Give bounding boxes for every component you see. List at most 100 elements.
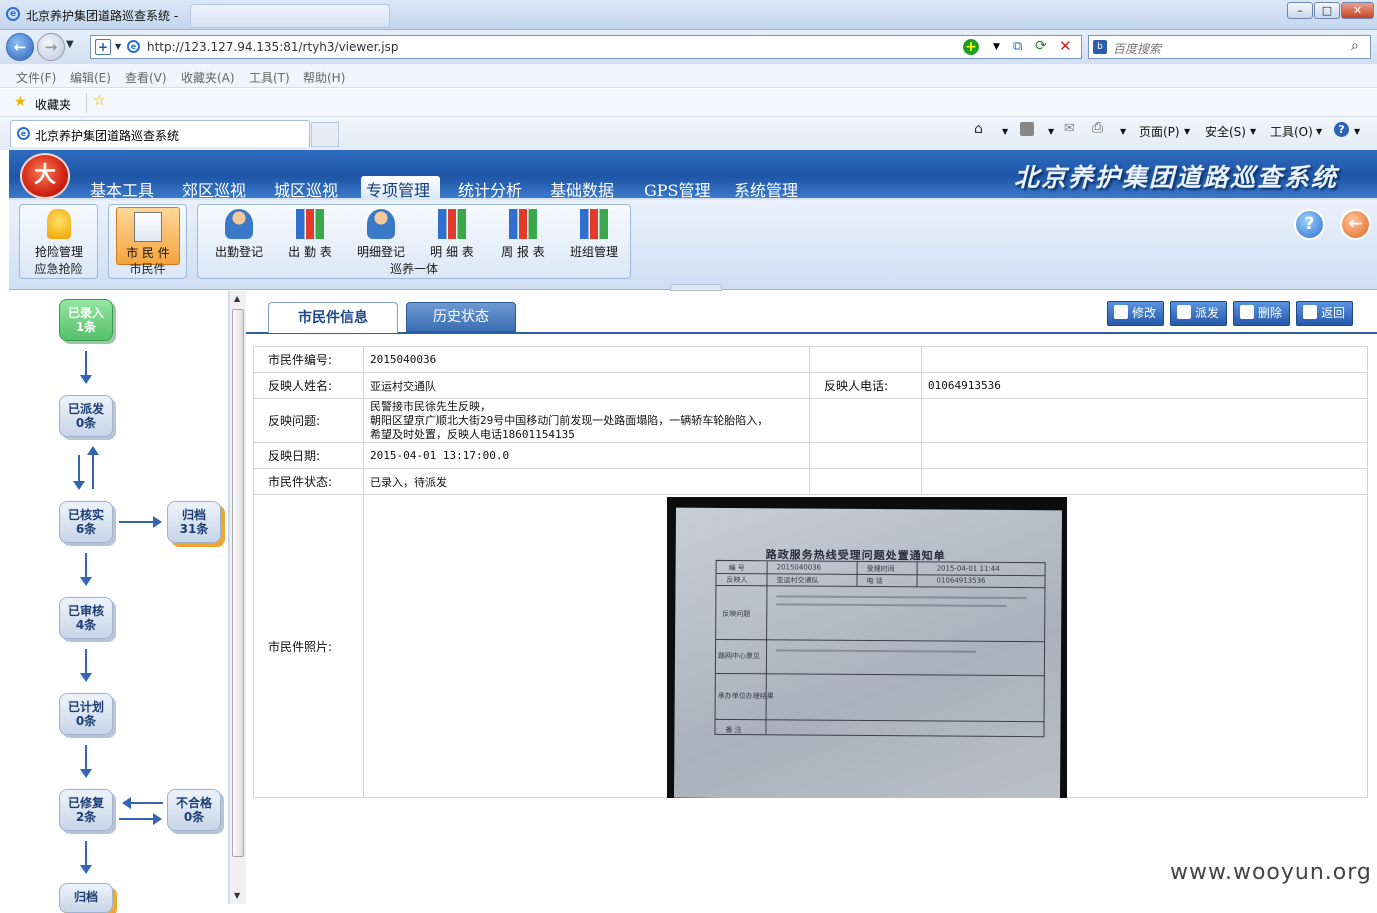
new-tab-button[interactable]: [311, 122, 339, 147]
menu-tools[interactable]: 工具(T): [249, 69, 290, 86]
back-nav-icon[interactable]: ←: [6, 33, 34, 61]
home-dropdown-icon[interactable]: ▼: [1002, 127, 1008, 136]
scroll-up-icon[interactable]: ▲: [234, 294, 240, 303]
issue-label: 反映问题:: [253, 398, 364, 443]
collapse-handle[interactable]: [670, 284, 722, 291]
tab-citizen-info[interactable]: 市民件信息: [268, 302, 398, 333]
recent-pages-dropdown-icon[interactable]: ▼: [66, 39, 74, 50]
attendance-table-button[interactable]: 出 勤 表: [278, 205, 342, 263]
team-management-button[interactable]: 班组管理: [562, 205, 626, 263]
doc-text: 受理时间: [866, 564, 895, 574]
ie-logo-icon: e: [6, 7, 20, 21]
favorites-label[interactable]: 收藏夹: [35, 96, 71, 113]
nav-base-data[interactable]: 基础数据: [550, 177, 614, 201]
delete-button[interactable]: 删除: [1233, 301, 1290, 326]
issue-line: 朝阳区望京广顺北大街29号中国移动门前发现一处路面塌陷，一辆轿车轮胎陷入，: [370, 413, 769, 427]
menu-edit[interactable]: 编辑(E): [70, 69, 111, 86]
emergency-button[interactable]: 抢险管理: [27, 205, 91, 263]
url-text: http://123.127.94.135:81/rtyh3/viewer.js…: [147, 40, 399, 54]
flow-dispatched-count: 0条: [75, 416, 97, 430]
minimize-button[interactable]: –: [1287, 2, 1313, 19]
dropdown-icon[interactable]: ▼: [115, 42, 121, 51]
form-row-name: 反映人姓名: 亚运村交通队 反映人电话: 01064913536: [253, 372, 1368, 399]
page-menu[interactable]: 页面(P): [1139, 123, 1180, 140]
id-label: 市民件编号:: [253, 346, 364, 373]
menu-help[interactable]: 帮助(H): [303, 69, 345, 86]
mail-icon[interactable]: ✉: [1064, 121, 1075, 136]
detail-table-button[interactable]: 明 细 表: [420, 205, 484, 263]
forward-nav-icon[interactable]: →: [37, 33, 65, 61]
menu-file[interactable]: 文件(F): [16, 69, 56, 86]
addon-dropdown-icon[interactable]: ▼: [993, 42, 1000, 52]
citizen-case-photo[interactable]: 路政服务热线受理问题处置通知单 编 号 反映人 反映问题 路网中心意见 承办单位…: [667, 497, 1067, 798]
flow-unqualified[interactable]: 不合格 0条: [167, 789, 221, 831]
safety-menu[interactable]: 安全(S): [1205, 123, 1246, 140]
scrollbar-thumb[interactable]: [232, 309, 244, 857]
print-dropdown-icon[interactable]: ▼: [1120, 127, 1126, 136]
tools-dropdown-icon[interactable]: ▼: [1316, 127, 1322, 136]
add-favorite-icon[interactable]: ☆: [93, 93, 106, 109]
tools-menu[interactable]: 工具(O): [1270, 123, 1313, 140]
group-emergency: 抢险管理 应急抢险: [19, 204, 98, 279]
baidu-icon: b: [1093, 40, 1107, 54]
dispatch-button[interactable]: 派发: [1170, 301, 1227, 326]
compat-view-icon[interactable]: +: [95, 39, 111, 55]
page-dropdown-icon[interactable]: ▼: [1184, 127, 1190, 136]
citizen-case-button[interactable]: 市 民 件: [116, 207, 180, 265]
feeds-icon[interactable]: [1020, 122, 1034, 136]
nav-urban-patrol[interactable]: 城区巡视: [274, 177, 338, 201]
search-box[interactable]: b 百度搜索 ⌕: [1088, 35, 1371, 59]
help-dropdown-icon[interactable]: ▼: [1354, 127, 1360, 136]
nav-special-management[interactable]: 专项管理: [366, 177, 430, 201]
search-icon[interactable]: ⌕: [1351, 38, 1359, 54]
compat-icon[interactable]: ⧉: [1013, 39, 1022, 54]
close-window-button[interactable]: ✕: [1341, 2, 1374, 19]
nav-gps[interactable]: GPS管理: [644, 177, 711, 201]
weekly-report-button[interactable]: 周 报 表: [491, 205, 555, 263]
flow-dispatched[interactable]: 已派发 0条: [59, 395, 113, 437]
nav-statistics[interactable]: 统计分析: [458, 177, 522, 201]
refresh-icon[interactable]: ⟳: [1035, 38, 1047, 54]
workflow-scrollbar[interactable]: ▲ ▼: [229, 291, 246, 904]
menu-favorites[interactable]: 收藏夹(A): [181, 69, 235, 86]
flow-arrow-head: [80, 673, 92, 682]
doc-text: 承办单位办理结果: [717, 691, 774, 701]
back-circle-icon[interactable]: ←: [1340, 209, 1371, 240]
attendance-register-button[interactable]: 出勤登记: [207, 205, 271, 263]
maximize-button[interactable]: □: [1314, 2, 1340, 19]
tab-history-status[interactable]: 历史状态: [406, 302, 516, 332]
nav-system[interactable]: 系统管理: [734, 177, 798, 201]
browser-tab[interactable]: e 北京养护集团道路巡查系统: [10, 120, 310, 147]
background-tab[interactable]: [190, 4, 390, 28]
print-icon[interactable]: ⎙: [1092, 120, 1103, 136]
flow-dispatched-label: 已派发: [67, 402, 104, 416]
scroll-down-icon[interactable]: ▼: [234, 891, 240, 900]
photo-label: 市民件照片:: [253, 494, 364, 798]
flow-recorded[interactable]: 已录入 1条: [59, 299, 113, 341]
doc-grid: 编 号 反映人 反映问题 路网中心意见 承办单位办理结果 备 注 2015040…: [714, 559, 1046, 738]
stop-icon[interactable]: ✕: [1059, 37, 1072, 55]
flow-archived[interactable]: 归档 31条: [167, 501, 221, 543]
favorites-star-icon[interactable]: ★: [14, 94, 27, 110]
feeds-dropdown-icon[interactable]: ▼: [1048, 127, 1054, 136]
doc-text: 反映人: [726, 576, 748, 585]
addon-icon[interactable]: +: [963, 39, 979, 55]
flow-repaired[interactable]: 已修复 2条: [59, 789, 113, 831]
help-circle-icon[interactable]: ?: [1294, 209, 1325, 240]
flow-planned[interactable]: 已计划 0条: [59, 693, 113, 735]
nav-suburban-patrol[interactable]: 郊区巡视: [182, 177, 246, 201]
nav-basic-tools[interactable]: 基本工具: [90, 177, 154, 201]
edit-button[interactable]: 修改: [1107, 301, 1164, 326]
detail-register-label: 明细登记: [356, 245, 405, 259]
flow-reviewed[interactable]: 已审核 4条: [59, 597, 113, 639]
return-button[interactable]: 返回: [1296, 301, 1353, 326]
detail-register-button[interactable]: 明细登记: [349, 205, 413, 263]
flow-verified[interactable]: 已核实 6条: [59, 501, 113, 543]
help-icon[interactable]: ?: [1334, 122, 1349, 137]
flow-archived-bottom[interactable]: 归档: [59, 883, 113, 913]
address-field[interactable]: + ▼ e http://123.127.94.135:81/rtyh3/vie…: [90, 35, 1082, 59]
home-icon[interactable]: ⌂: [974, 121, 983, 137]
menu-view[interactable]: 查看(V): [125, 69, 167, 86]
safety-dropdown-icon[interactable]: ▼: [1250, 127, 1256, 136]
flow-verified-count: 6条: [75, 522, 97, 536]
